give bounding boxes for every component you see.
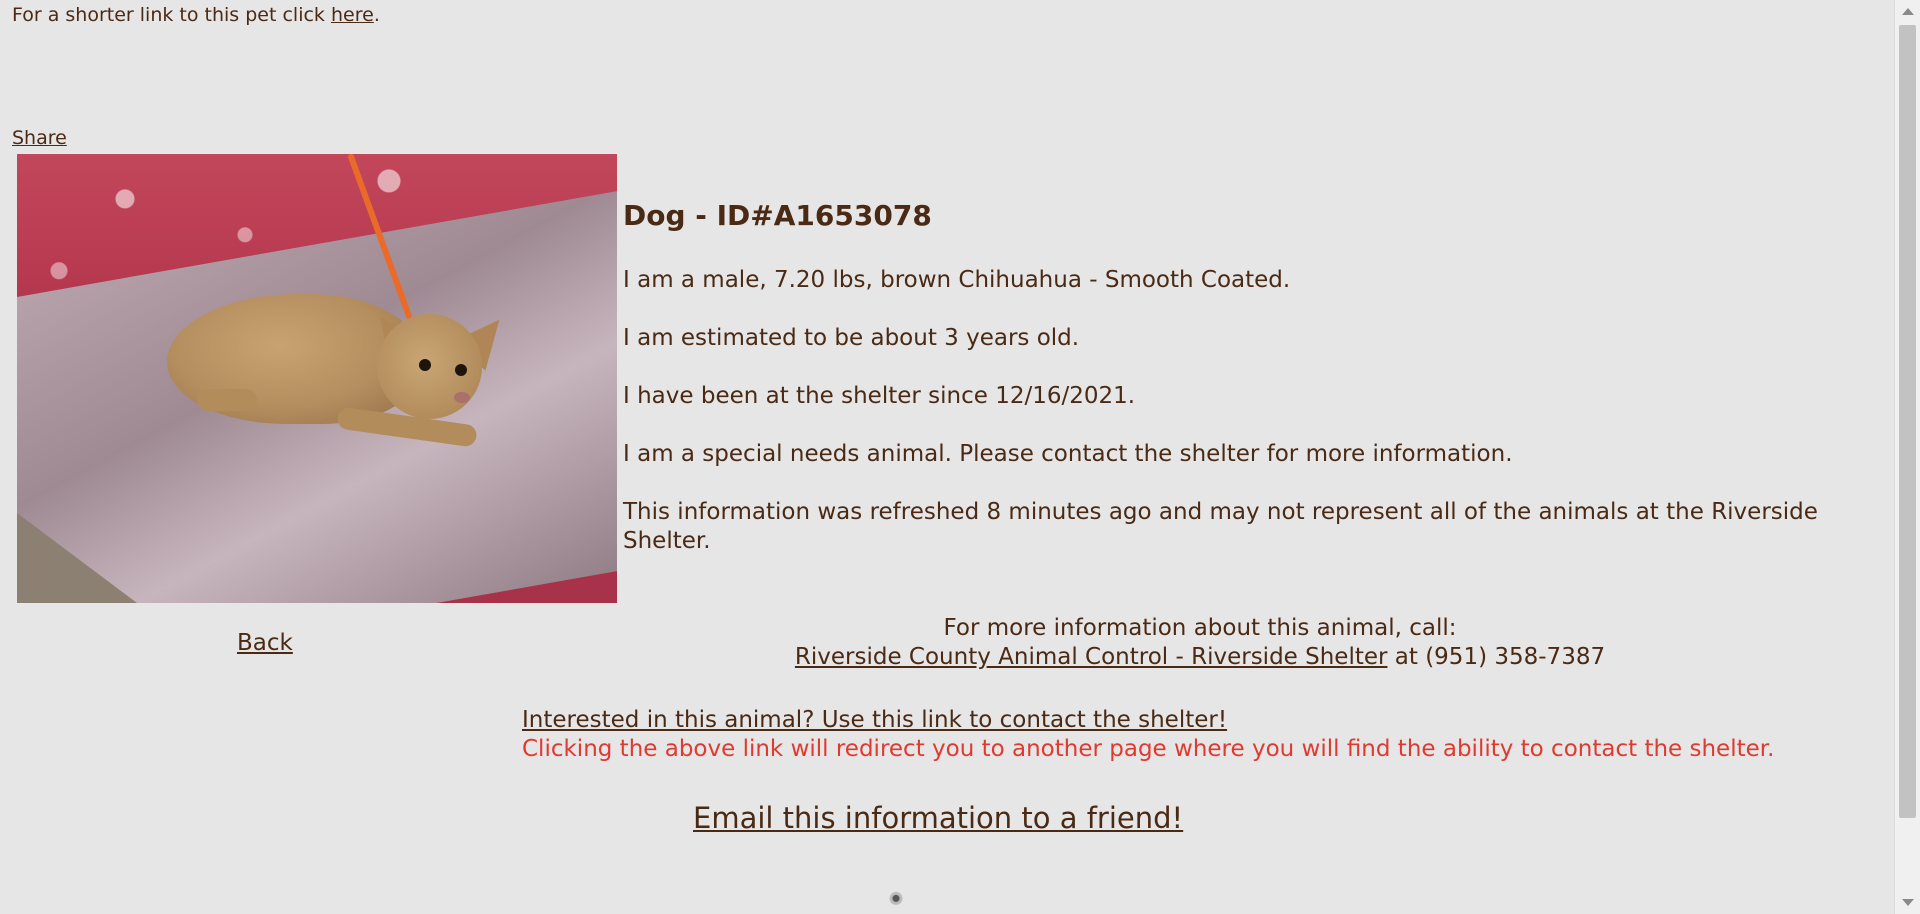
pet-special-needs: I am a special needs animal. Please cont… xyxy=(623,441,1513,467)
scrollbar-thumb[interactable] xyxy=(1899,25,1916,818)
shortlink-here-link[interactable]: here xyxy=(331,4,374,26)
pet-age: I am estimated to be about 3 years old. xyxy=(623,325,1080,351)
contact-heading: For more information about this animal, … xyxy=(943,615,1457,641)
back-link[interactable]: Back xyxy=(237,629,293,658)
shelter-phone: at (951) 358-7387 xyxy=(1387,644,1606,670)
scroll-down-arrow-icon[interactable] xyxy=(1902,899,1914,906)
share-link[interactable]: Share xyxy=(12,126,67,150)
shortlink-text: For a shorter link to this pet click her… xyxy=(12,3,380,27)
loading-spinner-icon xyxy=(888,888,904,914)
photo-dog-eye-right xyxy=(455,364,467,376)
refresh-notice: This information was refreshed 8 minutes… xyxy=(623,499,1818,554)
vertical-scrollbar[interactable] xyxy=(1894,0,1920,914)
contact-line: Riverside County Animal Control - Rivers… xyxy=(700,643,1700,672)
contact-shelter-link[interactable]: Interested in this animal? Use this link… xyxy=(522,707,1227,733)
photo-floor xyxy=(17,513,137,603)
photo-dog-back-leg xyxy=(197,389,257,411)
pet-description: I am a male, 7.20 lbs, brown Chihuahua -… xyxy=(623,267,1291,293)
pet-photo xyxy=(17,154,617,603)
photo-dog-eye-left xyxy=(419,359,431,371)
email-friend-link[interactable]: Email this information to a friend! xyxy=(693,798,1183,838)
pet-shelter-since: I have been at the shelter since 12/16/2… xyxy=(623,383,1136,409)
contact-info: For more information about this animal, … xyxy=(700,614,1700,672)
pet-title: Dog - ID#A1653078 xyxy=(623,199,932,232)
interest-section: Interested in this animal? Use this link… xyxy=(522,706,1774,764)
scroll-up-arrow-icon[interactable] xyxy=(1902,8,1914,15)
shortlink-suffix: . xyxy=(373,4,380,26)
pet-info: Dog - ID#A1653078 I am a male, 7.20 lbs,… xyxy=(623,196,1893,554)
shelter-link[interactable]: Riverside County Animal Control - Rivers… xyxy=(795,644,1388,670)
shortlink-prefix: For a shorter link to this pet click xyxy=(12,4,331,26)
photo-dog-nose xyxy=(454,392,470,403)
redirect-note: Clicking the above link will redirect yo… xyxy=(522,736,1775,762)
